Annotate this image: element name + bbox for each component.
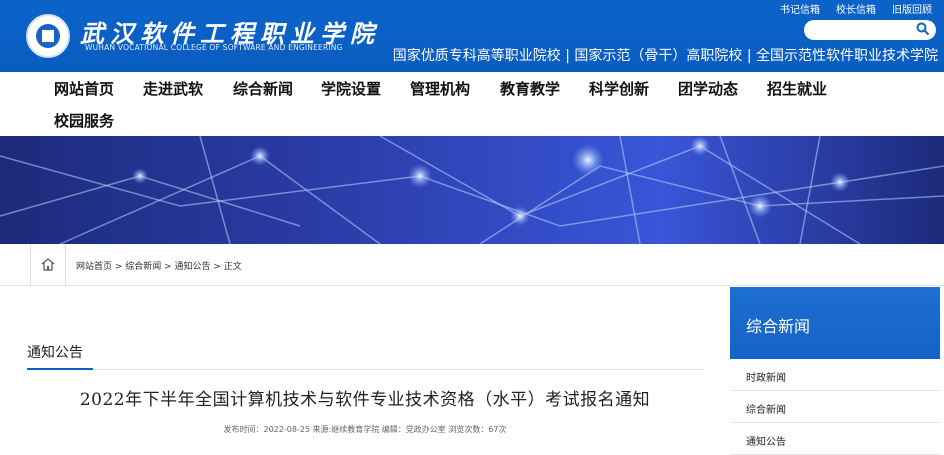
search-icon[interactable]	[916, 22, 930, 36]
network-graphic	[0, 136, 944, 244]
breadcrumb-text[interactable]: 网站首页 > 综合新闻 > 通知公告 > 正文	[76, 259, 242, 272]
sidebar-item-label: 综合新闻	[746, 405, 786, 416]
sidebar-item-politics-news[interactable]: 时政新闻	[730, 359, 940, 391]
sidebar-item-notices[interactable]: 通知公告	[730, 423, 940, 455]
sidebar: 综合新闻 时政新闻 综合新闻 通知公告	[730, 287, 940, 455]
section-title: 通知公告	[27, 345, 83, 361]
top-link-president-mailbox[interactable]: 校长信箱	[836, 1, 876, 16]
top-link-old-version[interactable]: 旧版回顾	[892, 1, 932, 16]
breadcrumb: 网站首页 > 综合新闻 > 通知公告 > 正文	[0, 244, 944, 286]
nav-item-about[interactable]: 走进武软	[143, 78, 203, 99]
sidebar-title: 综合新闻	[746, 317, 811, 336]
article-title: 2022年下半年全国计算机技术与软件专业技术资格（水平）考试报名通知	[79, 390, 651, 410]
top-links: 书记信箱 校长信箱 旧版回顾	[780, 1, 932, 16]
article-meta: 发布时间：2022-08-25 来源:继续教育学院 编辑：党政办公室 浏览次数：…	[223, 425, 507, 434]
nav-item-departments[interactable]: 学院设置	[321, 78, 381, 99]
home-button[interactable]	[30, 244, 66, 286]
main-nav: 网站首页 走进武软 综合新闻 学院设置 管理机构 教育教学 科学创新 团学动态 …	[0, 72, 944, 136]
sidebar-item-label: 时政新闻	[746, 373, 786, 384]
nav-item-news[interactable]: 综合新闻	[233, 78, 293, 99]
home-icon[interactable]	[41, 258, 55, 271]
nav-item-administration[interactable]: 管理机构	[410, 78, 470, 99]
section-divider	[27, 369, 705, 370]
section-divider-accent	[27, 368, 93, 370]
page-banner	[0, 136, 944, 244]
search-input[interactable]	[804, 20, 936, 40]
site-header: 武汉软件工程职业学院 WUHAN VOCATIONAL COLLEGE OF S…	[0, 0, 944, 72]
school-name-english: WUHAN VOCATIONAL COLLEGE OF SOFTWARE AND…	[85, 43, 343, 52]
sidebar-header: 综合新闻	[730, 287, 940, 359]
nav-item-admissions[interactable]: 招生就业	[767, 78, 827, 99]
nav-item-campus-services[interactable]: 校园服务	[54, 110, 114, 131]
nav-item-research[interactable]: 科学创新	[589, 78, 649, 99]
sidebar-item-label: 通知公告	[746, 437, 786, 448]
nav-item-education[interactable]: 教育教学	[500, 78, 560, 99]
nav-item-home[interactable]: 网站首页	[54, 78, 114, 99]
nav-item-youth-league[interactable]: 团学动态	[678, 78, 738, 99]
sidebar-item-general-news[interactable]: 综合新闻	[730, 391, 940, 423]
school-emblem-icon[interactable]	[26, 14, 70, 58]
top-link-secretary-mailbox[interactable]: 书记信箱	[780, 1, 820, 16]
school-slogan: 国家优质专科高等职业院校 | 国家示范（骨干）高职院校 | 全国示范性软件职业技…	[392, 48, 938, 64]
